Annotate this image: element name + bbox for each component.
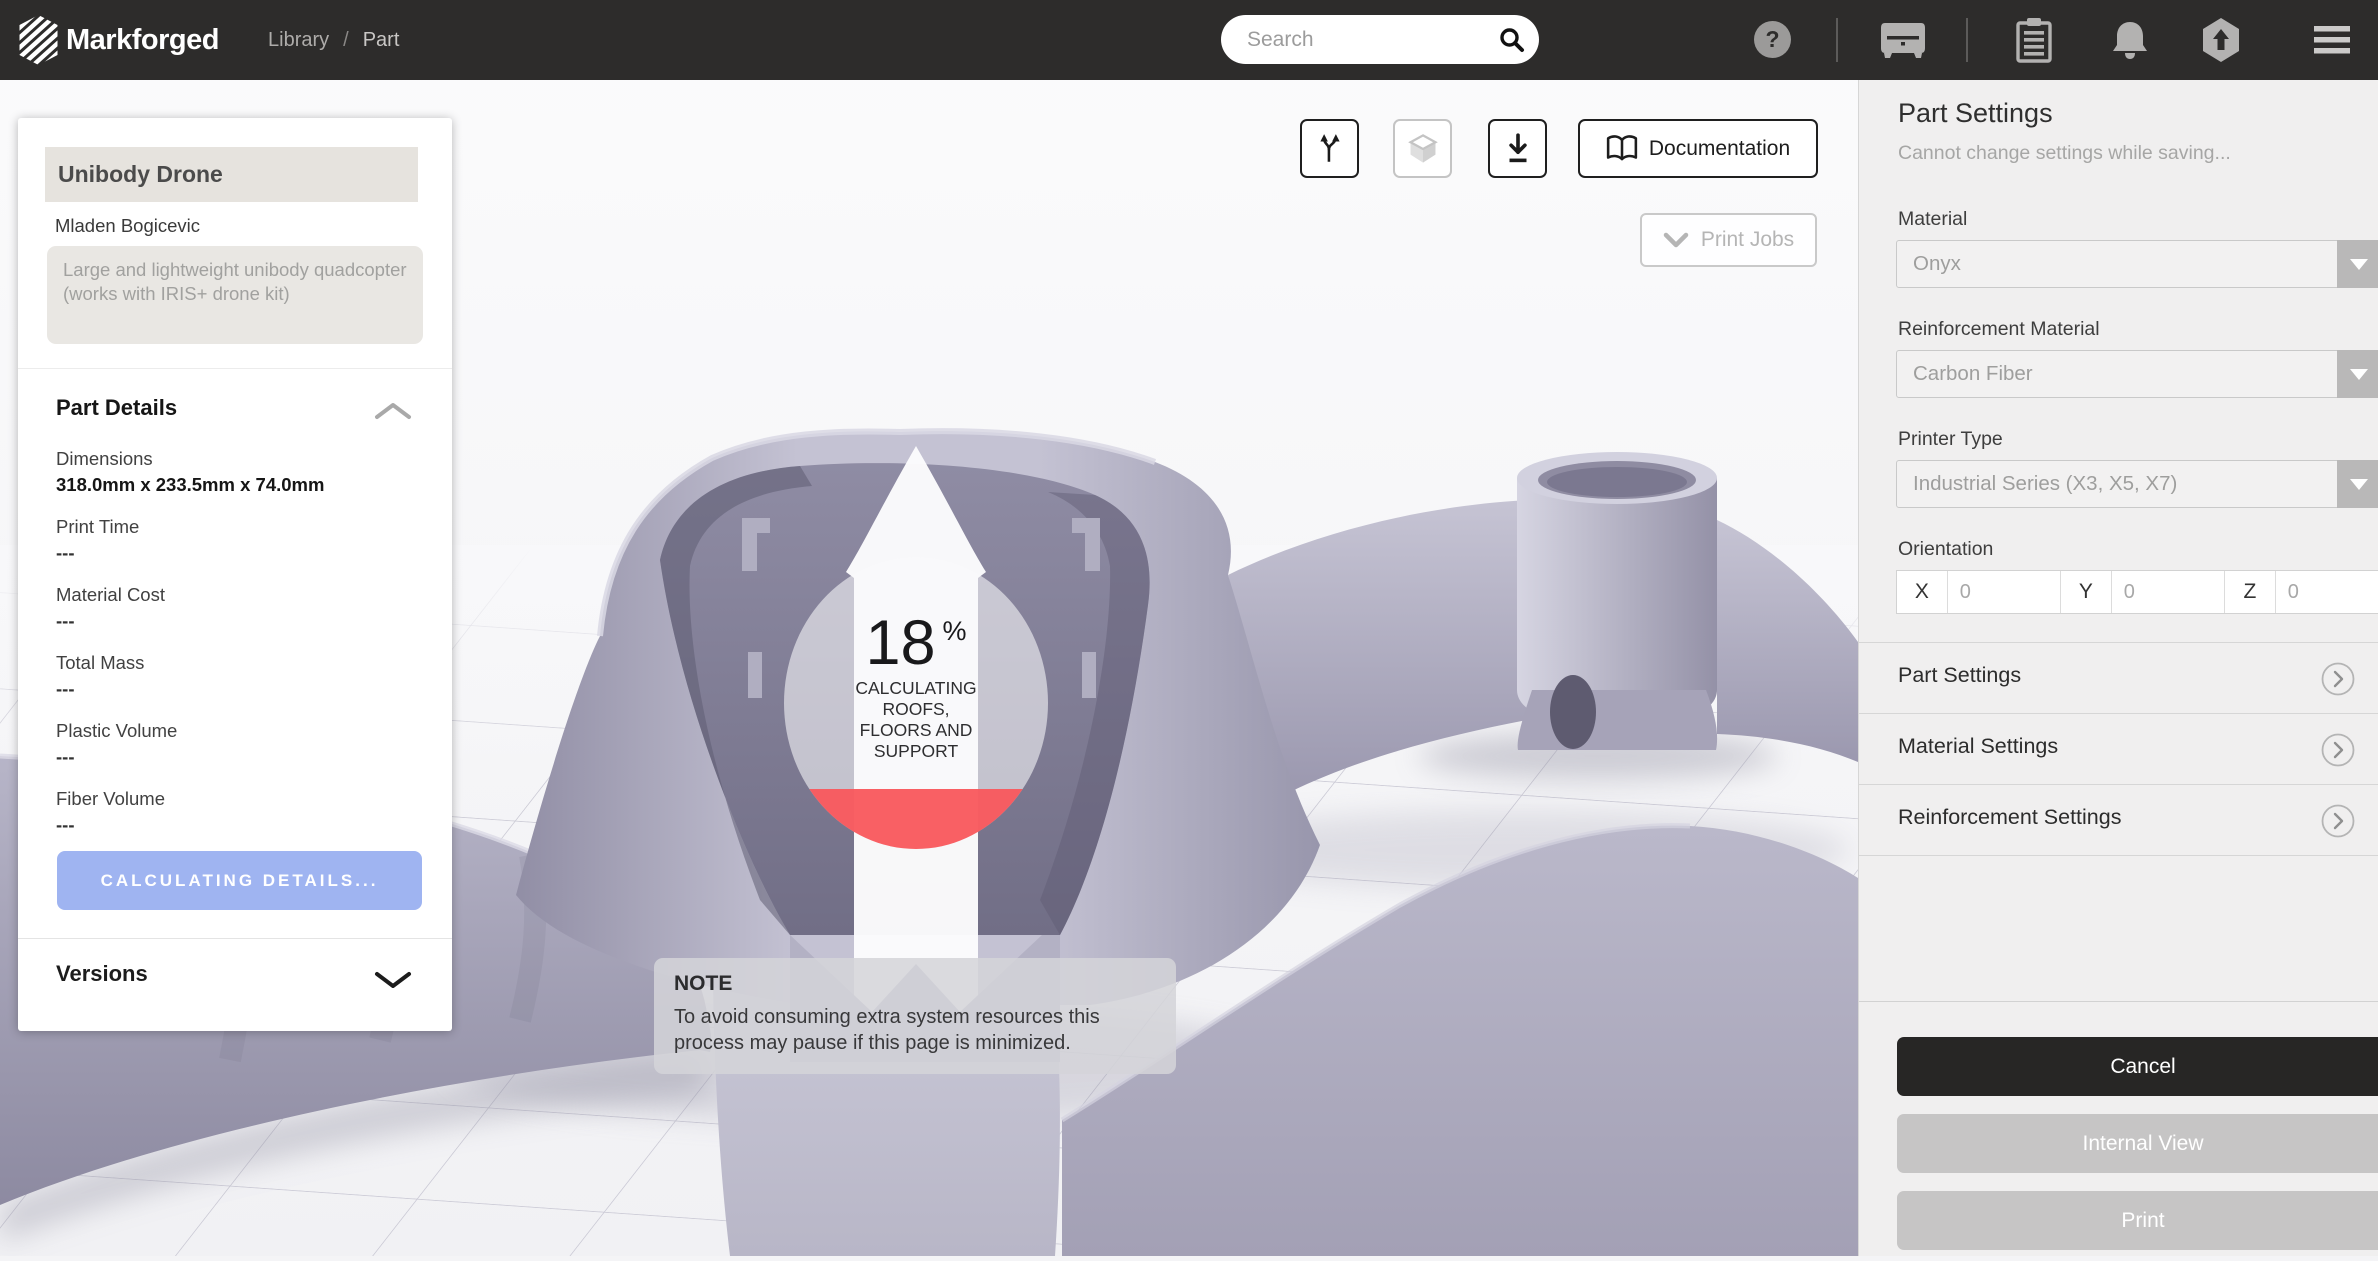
documentation-button[interactable]: Documentation [1578,119,1818,178]
part-details-list: Dimensions 318.0mm x 233.5mm x 74.0mm Pr… [56,446,416,854]
print-button[interactable]: Print [1897,1191,2378,1250]
orientation-z-input[interactable] [2276,571,2378,613]
dropdown-arrow-icon[interactable] [2337,460,2378,508]
top-navigation-bar: Markforged Library / Part ? [0,0,2378,80]
progress-status: CALCULATING ROOFS, FLOORS AND SUPPORT [796,678,1036,762]
motor-mount [1517,452,1717,750]
detail-item: Material Cost --- [56,582,416,634]
breadcrumb-part: Part [363,29,400,52]
part-description-field[interactable]: Large and lightweight unibody quadcopter… [47,246,423,344]
material-select[interactable]: Onyx [1896,240,2378,288]
printer-icon[interactable] [1880,0,1926,80]
detail-item: Print Time --- [56,514,416,566]
part-settings-panel: Part Settings Cannot change settings whi… [1858,80,2378,1256]
orientation-y-field[interactable] [2112,571,2225,613]
reinforcement-material-select[interactable]: Carbon Fiber [1896,350,2378,398]
versions-header[interactable]: Versions [56,961,148,987]
axis-x-label: X [1897,571,1948,613]
chevron-right-circle-icon [2321,804,2355,838]
dimensions-value: 318.0mm x 233.5mm x 74.0mm [56,472,416,498]
material-settings-row[interactable]: Material Settings [1859,714,2378,785]
chevron-down-icon [1663,231,1689,249]
bell-icon[interactable] [2110,0,2150,80]
part-settings-row[interactable]: Part Settings [1859,643,2378,714]
part-author: Mladen Bogicevic [55,215,200,237]
topbar-divider [1836,18,1838,62]
breadcrumb: Library / Part [268,0,399,80]
note-title: NOTE [674,972,1156,996]
branch-icon [1314,133,1346,165]
print-jobs-button[interactable]: Print Jobs [1640,213,1817,267]
printer-type-label: Printer Type [1898,428,2003,451]
brand[interactable]: Markforged [18,14,219,66]
detail-item: Fiber Volume --- [56,786,416,838]
cancel-button[interactable]: Cancel [1897,1037,2378,1096]
detail-item: Dimensions 318.0mm x 233.5mm x 74.0mm [56,446,416,498]
part-title-field[interactable]: Unibody Drone [45,147,418,202]
search-input[interactable] [1245,21,1479,59]
settings-sections: Part Settings Material Settings Reinforc… [1859,642,2378,1002]
orientation-x-input[interactable] [1948,571,2060,613]
download-icon [1502,132,1534,166]
axis-y-label: Y [2061,571,2112,613]
search-icon[interactable] [1498,26,1526,54]
settings-subtitle: Cannot change settings while saving... [1898,142,2231,165]
progress-indicator: 18% CALCULATING ROOFS, FLOORS AND SUPPOR… [796,610,1036,762]
axis-z-label: Z [2225,571,2276,613]
documentation-label: Documentation [1649,137,1790,161]
settings-title: Part Settings [1898,98,2053,129]
internal-view-slice-button[interactable] [1393,119,1452,178]
detail-item: Plastic Volume --- [56,718,416,770]
part-title: Unibody Drone [58,161,223,188]
dropdown-arrow-icon[interactable] [2337,240,2378,288]
branch-version-button[interactable] [1300,119,1359,178]
breadcrumb-separator: / [343,29,349,52]
progress-percent: 18% [796,610,1036,676]
clipboard-icon[interactable] [2014,0,2054,80]
help-icon[interactable]: ? [1754,21,1791,58]
part-details-header: Part Details [56,395,177,421]
upload-hexagon-icon[interactable] [2200,0,2242,80]
note-tooltip: NOTE To avoid consuming extra system res… [654,958,1176,1074]
book-icon [1606,134,1638,164]
note-body: To avoid consuming extra system resource… [674,1004,1156,1056]
material-label: Material [1898,208,1967,231]
chevron-right-circle-icon [2321,733,2355,767]
part-info-panel: Unibody Drone Mladen Bogicevic Large and… [18,118,452,1031]
reinforcement-material-label: Reinforcement Material [1898,318,2100,341]
slice-cube-icon [1406,132,1440,166]
chevron-down-icon[interactable] [374,970,412,990]
calculating-details-button[interactable]: CALCULATING DETAILS... [57,851,422,910]
search-box[interactable] [1221,15,1539,64]
markforged-logo-icon [18,14,59,66]
printer-type-select[interactable]: Industrial Series (X3, X5, X7) [1896,460,2378,508]
settings-empty-area [1859,856,2378,1002]
orientation-y-input[interactable] [2112,571,2224,613]
breadcrumb-library[interactable]: Library [268,29,329,52]
internal-view-button[interactable]: Internal View [1897,1114,2378,1173]
brand-name: Markforged [66,24,219,57]
chevron-right-circle-icon [2321,662,2355,696]
orientation-z-field[interactable] [2276,571,2378,613]
panel-divider [18,938,452,939]
orientation-row: X Y Z [1896,570,2378,614]
download-button[interactable] [1488,119,1547,178]
reinforcement-settings-row[interactable]: Reinforcement Settings [1859,785,2378,856]
topbar-divider [1966,18,1968,62]
orientation-label: Orientation [1898,538,1993,561]
print-jobs-label: Print Jobs [1701,228,1794,252]
detail-item: Total Mass --- [56,650,416,702]
panel-divider [18,368,452,369]
menu-icon[interactable] [2314,0,2350,80]
dropdown-arrow-icon[interactable] [2337,350,2378,398]
chevron-up-icon[interactable] [374,401,412,421]
orientation-x-field[interactable] [1948,571,2061,613]
